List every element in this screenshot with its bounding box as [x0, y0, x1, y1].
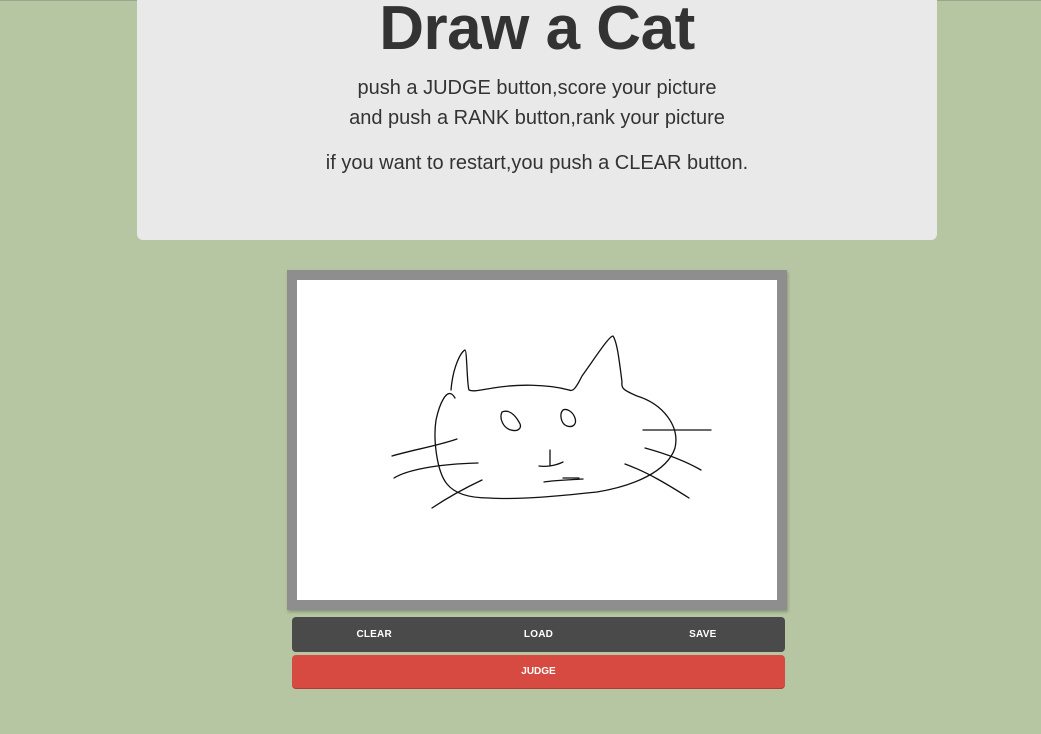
cat-whisker-left-3 — [431, 479, 483, 509]
cat-mouth — [543, 477, 584, 483]
page-title: Draw a Cat — [379, 0, 695, 63]
toolbar: CLEAR LOAD SAVE — [292, 617, 785, 652]
load-button[interactable]: LOAD — [456, 617, 620, 652]
instruction-rank: and push a RANK button,rank your picture — [349, 107, 725, 129]
cat-whisker-right-2 — [644, 447, 702, 471]
save-button[interactable]: SAVE — [621, 617, 785, 652]
cat-head-stroke — [434, 335, 677, 500]
cat-sketch — [391, 335, 712, 509]
cat-nose — [538, 449, 564, 468]
instruction-clear: if you want to restart,you push a CLEAR … — [325, 152, 749, 174]
cat-whisker-left-2 — [393, 462, 479, 479]
clear-button[interactable]: CLEAR — [292, 617, 456, 652]
header-panel: Draw a Cat push a JUDGE button,score you… — [137, 0, 937, 240]
cat-whisker-right-3 — [624, 463, 690, 499]
cat-whisker-left-1 — [391, 438, 458, 457]
cat-right-eye — [560, 408, 577, 428]
drawing-canvas[interactable] — [297, 280, 777, 600]
canvas-frame — [287, 270, 787, 610]
instruction-judge: push a JUDGE button,score your picture — [357, 77, 717, 99]
judge-button[interactable]: JUDGE — [292, 655, 785, 689]
cat-left-eye — [500, 410, 522, 432]
